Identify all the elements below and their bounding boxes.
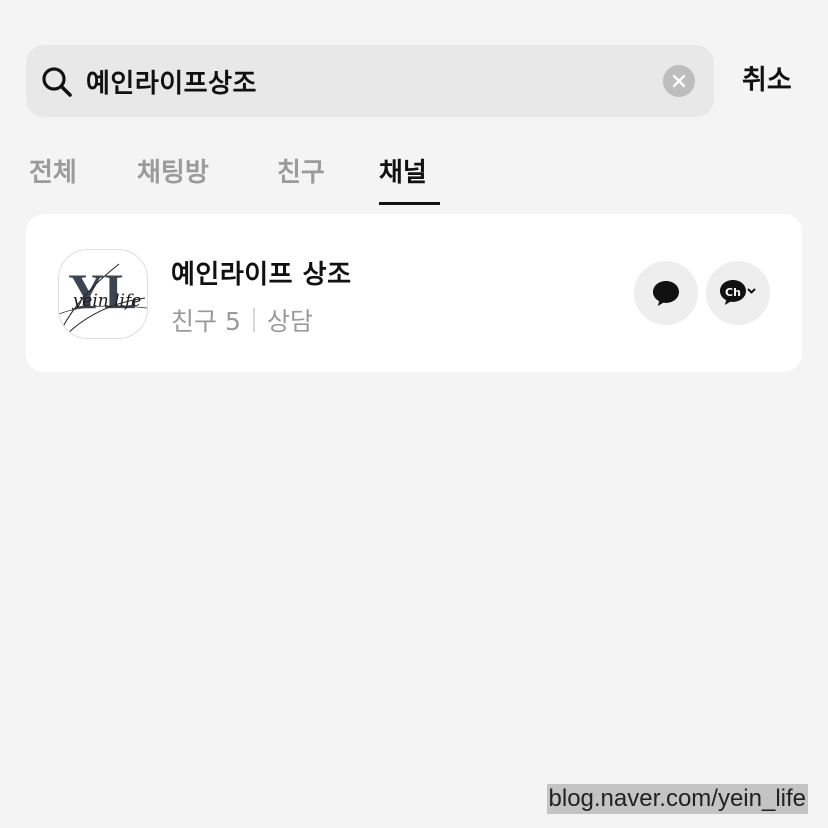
tab-chatrooms[interactable]: 채팅방 [137, 152, 209, 189]
channel-add-button[interactable]: Ch [706, 261, 770, 325]
channel-name: 예인라이프 상조 [171, 260, 352, 290]
channel-meta: 친구 5 상담 [171, 302, 313, 338]
svg-text:Ch: Ch [725, 286, 741, 299]
channel-add-icon: Ch [720, 280, 756, 305]
tab-all[interactable]: 전체 [29, 152, 77, 189]
active-tab-indicator [379, 202, 440, 205]
meta-divider [252, 308, 255, 332]
search-icon [42, 67, 72, 97]
watermark-text: blog.naver.com/yein_life [546, 784, 808, 814]
chat-bubble-icon [653, 281, 679, 306]
friend-count: 친구 5 [171, 307, 241, 336]
tab-bar: 전체 채팅방 친구 채널 [0, 140, 828, 206]
search-box[interactable] [26, 45, 714, 117]
channel-category: 상담 [266, 307, 313, 336]
chat-button[interactable] [634, 261, 698, 325]
cancel-button[interactable]: 취소 [742, 45, 792, 117]
tab-channel[interactable]: 채널 [379, 152, 427, 189]
channel-logo[interactable]: YL yein life [58, 249, 148, 339]
clear-icon[interactable] [663, 65, 695, 97]
channel-result-card[interactable]: YL yein life 예인라이프 상조 친구 5 상담 Ch [26, 214, 802, 372]
tab-friends[interactable]: 친구 [277, 152, 325, 189]
search-row: 취소 [26, 45, 802, 117]
search-input[interactable] [86, 45, 646, 117]
